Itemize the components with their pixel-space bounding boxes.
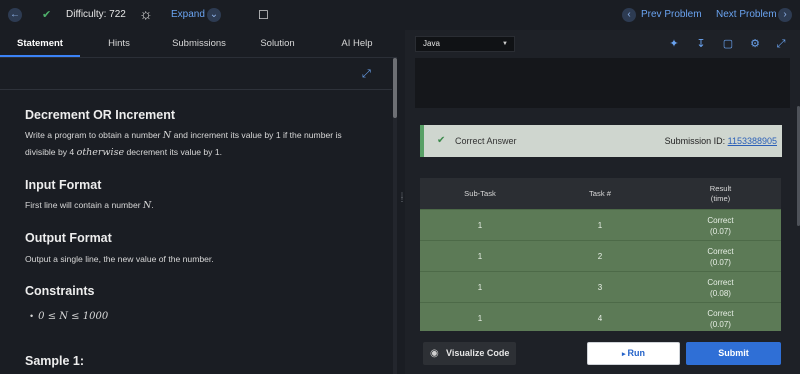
submission-id: Submission ID: 1153388905	[664, 136, 777, 146]
tab-hints[interactable]: Hints	[93, 30, 145, 58]
chevron-left-icon[interactable]: ‹	[622, 8, 636, 22]
statement-toolbar: ⤢	[0, 58, 392, 90]
statement-line-2: divisible by 4 otherwise decrement its v…	[25, 147, 223, 158]
expand-icon[interactable]: ⤢	[362, 68, 374, 80]
sun-icon[interactable]: ☼	[139, 0, 153, 30]
drag-handle-icon[interactable]: ⋮ ⋮	[399, 193, 405, 208]
tab-submissions[interactable]: Submissions	[160, 30, 238, 58]
constraint-item: • 0 ≤ N ≤ 1000	[30, 311, 109, 322]
constraints-heading: Constraints	[25, 284, 95, 298]
action-footer: ◉ Visualize Code ▸ Run Submit	[405, 336, 800, 374]
chevron-right-icon[interactable]: ›	[778, 8, 792, 22]
active-tab-indicator	[0, 55, 80, 57]
cell-task: 1	[597, 221, 603, 230]
visualize-code-button[interactable]: ◉ Visualize Code	[423, 342, 516, 365]
eye-icon: ◉	[430, 348, 439, 359]
settings-icon[interactable]: ⚙	[748, 37, 762, 51]
cell-result: Correct (0.07)	[707, 215, 734, 236]
top-bar: ← ✔ Difficulty: 722 ☼ Expand ⌄ ☐ ‹ Prev …	[0, 0, 800, 30]
header-result: Result (time)	[709, 183, 732, 203]
sample-heading: Sample 1:	[25, 354, 85, 368]
submit-button[interactable]: Submit	[686, 342, 781, 365]
cell-task: 2	[597, 252, 603, 261]
code-panel: Java ▼ ✦ ↧ ▢ ⚙ ⤢ ✔ Correct Answer Submiss…	[405, 30, 800, 374]
cell-result: Correct (0.08)	[707, 277, 734, 298]
tab-ai-help[interactable]: AI Help	[328, 30, 386, 58]
output-format-heading: Output Format	[25, 231, 112, 245]
output-format-text: Output a single line, the new value of t…	[25, 254, 214, 264]
next-problem-button[interactable]: Next Problem	[716, 0, 777, 30]
back-arrow-icon[interactable]: ←	[8, 8, 22, 22]
bookmark-icon[interactable]: ☐	[258, 0, 269, 30]
table-row: 1 1 Correct (0.07)	[420, 209, 781, 240]
cell-task: 3	[597, 283, 603, 292]
tab-solution[interactable]: Solution	[250, 30, 305, 58]
cell-subtask: 1	[477, 252, 483, 261]
table-row: 1 4 Correct (0.07)	[420, 302, 781, 331]
tab-statement[interactable]: Statement	[0, 30, 80, 58]
cell-subtask: 1	[477, 283, 483, 292]
statement-line-1: Write a program to obtain a number N and…	[25, 130, 342, 141]
download-icon[interactable]: ↧	[694, 37, 708, 51]
submission-id-link[interactable]: 1153388905	[728, 136, 777, 146]
chevron-down-icon[interactable]: ⌄	[207, 8, 221, 22]
results-panel: ✔ Correct Answer Submission ID: 11533889…	[405, 108, 800, 336]
cell-subtask: 1	[477, 221, 483, 230]
cell-task: 4	[597, 314, 603, 323]
magic-wand-icon[interactable]: ✦	[667, 37, 681, 51]
comment-icon[interactable]: ▢	[721, 37, 735, 51]
correct-answer-banner: ✔ Correct Answer Submission ID: 11533889…	[420, 125, 782, 157]
table-row: 1 3 Correct (0.08)	[420, 271, 781, 302]
check-icon: ✔	[42, 9, 52, 21]
table-row: 1 2 Correct (0.07)	[420, 240, 781, 271]
prev-problem-button[interactable]: Prev Problem	[641, 0, 702, 30]
problem-title: Decrement OR Increment	[25, 108, 176, 122]
check-icon: ✔	[437, 135, 446, 146]
results-table-header: Sub-Task Task # Result (time)	[420, 178, 781, 209]
header-subtask: Sub-Task	[464, 188, 496, 198]
cell-result: Correct (0.07)	[707, 246, 734, 267]
language-select[interactable]: Java ▼	[415, 36, 515, 52]
statement-panel: ⤢ Decrement OR Increment Write a program…	[0, 58, 397, 374]
header-task: Task #	[589, 188, 611, 198]
difficulty-label: Difficulty: 722	[66, 9, 126, 20]
expand-button[interactable]: Expand	[171, 0, 205, 30]
problem-tabs: Statement Hints Submissions Solution AI …	[0, 30, 397, 58]
cell-result: Correct (0.07)	[707, 308, 734, 329]
input-format-text: First line will contain a number N.	[25, 200, 154, 211]
input-format-heading: Input Format	[25, 178, 102, 192]
status-label: Correct Answer	[455, 136, 517, 146]
run-button[interactable]: ▸ Run	[587, 342, 680, 365]
fullscreen-icon[interactable]: ⤢	[774, 37, 788, 51]
editor-toolbar: Java ▼ ✦ ↧ ▢ ⚙ ⤢	[405, 30, 800, 58]
cell-subtask: 1	[477, 314, 483, 323]
